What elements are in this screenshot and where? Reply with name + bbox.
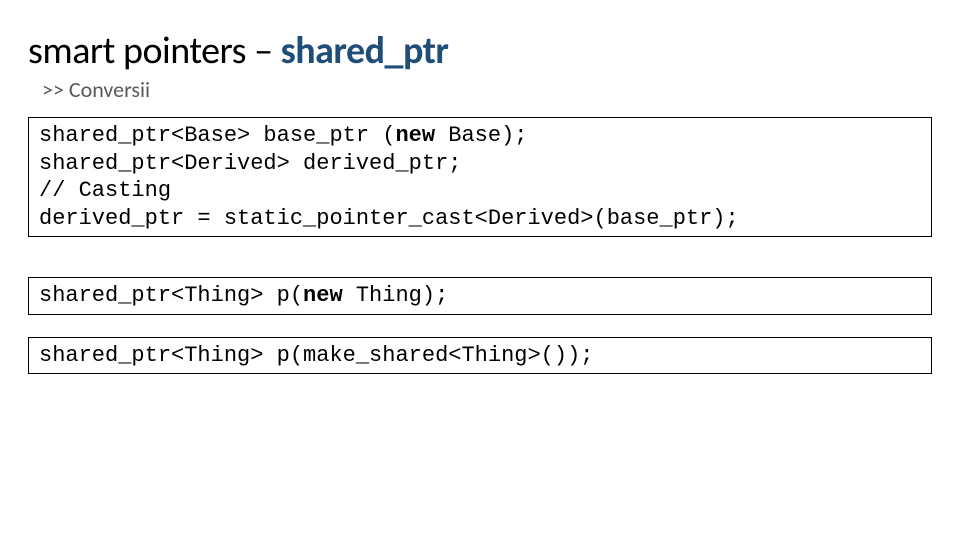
code-text: Thing); [343, 283, 449, 308]
title-accent: shared_ptr [281, 28, 449, 74]
code-line: shared_ptr<Thing> p(make_shared<Thing>()… [39, 342, 921, 370]
code-keyword: new [395, 123, 435, 148]
code-line: // Casting [39, 177, 921, 205]
code-line: derived_ptr = static_pointer_cast<Derive… [39, 205, 921, 233]
slide: smart pointers – shared_ptr >> Conversii… [0, 0, 960, 374]
code-keyword: new [303, 283, 343, 308]
code-block: shared_ptr<Thing> p(new Thing); [28, 277, 932, 315]
code-line: shared_ptr<Thing> p(new Thing); [39, 282, 921, 310]
code-line: shared_ptr<Derived> derived_ptr; [39, 150, 921, 178]
code-text: shared_ptr<Derived> derived_ptr; [39, 151, 461, 176]
slide-title: smart pointers – shared_ptr [28, 28, 932, 74]
code-line: shared_ptr<Base> base_ptr (new Base); [39, 122, 921, 150]
code-text: // Casting [39, 178, 171, 203]
code-text: derived_ptr = static_pointer_cast<Derive… [39, 206, 739, 231]
code-text: Base); [435, 123, 527, 148]
code-block: shared_ptr<Thing> p(make_shared<Thing>()… [28, 337, 932, 375]
code-text: shared_ptr<Thing> p( [39, 283, 303, 308]
code-text: shared_ptr<Base> base_ptr ( [39, 123, 395, 148]
code-text: shared_ptr<Thing> p(make_shared<Thing>()… [39, 343, 594, 368]
code-block: shared_ptr<Base> base_ptr (new Base);sha… [28, 117, 932, 237]
title-prefix: smart pointers – [28, 28, 281, 74]
slide-subtitle: >> Conversii [42, 76, 932, 103]
